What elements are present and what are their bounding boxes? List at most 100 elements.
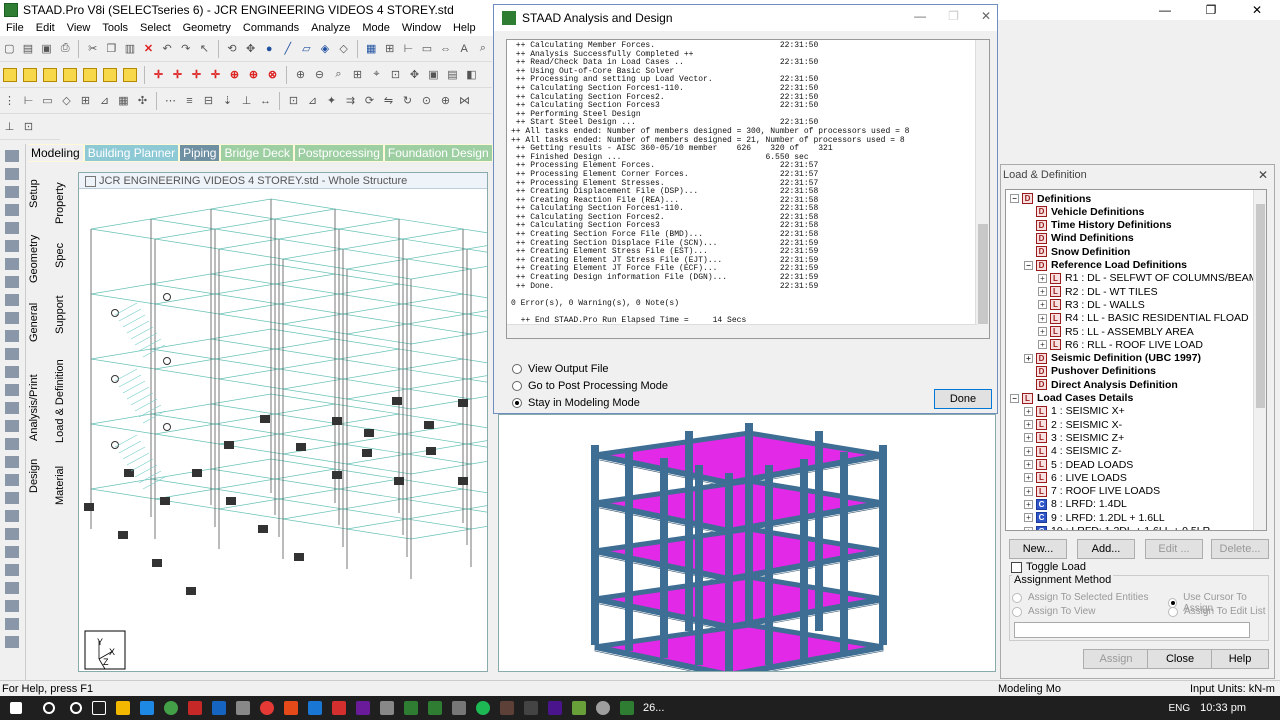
select-all-icon[interactable]: ⊞: [77, 92, 94, 109]
node-marker[interactable]: [111, 441, 119, 449]
show-dims-icon[interactable]: ↔: [257, 92, 274, 109]
staad-taskbar-icon[interactable]: [620, 701, 634, 715]
minimize-button[interactable]: —: [1142, 0, 1188, 20]
print-icon[interactable]: ⎙: [57, 40, 74, 57]
render-icon[interactable]: ◧: [463, 66, 480, 83]
edge-icon[interactable]: [140, 701, 154, 715]
redo-icon[interactable]: ↷: [177, 40, 194, 57]
pan-icon[interactable]: ✥: [242, 40, 259, 57]
menu-analyze[interactable]: Analyze: [305, 20, 356, 36]
tab-building-planner[interactable]: Building Planner: [84, 145, 179, 161]
new-file-icon[interactable]: ▢: [1, 40, 18, 57]
tree-item[interactable]: + L R1 : DL - SELFWT OF COLUMNS/BEAMS/: [1038, 272, 1266, 285]
labels-beams-icon[interactable]: ≡: [181, 92, 198, 109]
frame-member[interactable]: [410, 378, 592, 410]
structure-window[interactable]: JCR ENGINEERING VIDEOS 4 STOREY.std - Wh…: [78, 172, 592, 672]
dialog-maximize-button[interactable]: ❐: [948, 9, 959, 23]
tool-icon[interactable]: [5, 492, 19, 504]
powerpoint-icon[interactable]: [284, 701, 298, 715]
pointer-icon[interactable]: ↖: [196, 40, 213, 57]
labels-nodes-icon[interactable]: ⋯: [162, 92, 179, 109]
tree-item[interactable]: + C 8 : LRFD: 1.4DL: [1024, 498, 1127, 511]
word-icon[interactable]: [308, 701, 322, 715]
frame-member[interactable]: [210, 403, 532, 455]
tree-item[interactable]: D Wind Definitions: [1024, 232, 1134, 245]
frame-member[interactable]: [346, 238, 528, 270]
tool-icon[interactable]: [5, 438, 19, 450]
frame-member[interactable]: [210, 468, 532, 520]
support-symbol[interactable]: [426, 447, 436, 455]
support-symbol[interactable]: [186, 587, 196, 595]
info-icon[interactable]: ⊡: [20, 118, 37, 135]
tree-item[interactable]: D Vehicle Definitions: [1024, 205, 1144, 218]
rendered-3d-view[interactable]: [498, 414, 996, 672]
support-symbol[interactable]: [458, 477, 468, 485]
panel-close-icon[interactable]: ✕: [1258, 165, 1268, 185]
show-supports-icon[interactable]: ⊥: [238, 92, 255, 109]
cut-icon[interactable]: ✂: [84, 40, 101, 57]
app-icon[interactable]: [236, 701, 250, 715]
structure-diagram-icon[interactable]: ⊡: [285, 92, 302, 109]
tree-expander-icon[interactable]: +: [1024, 473, 1033, 483]
select-beams-icon[interactable]: ⊢: [20, 92, 37, 109]
tree-expander-icon[interactable]: +: [1038, 340, 1047, 350]
zoom-previous-icon[interactable]: ⌖: [368, 66, 385, 83]
copy-icon[interactable]: ❐: [103, 40, 120, 57]
pan-2-icon[interactable]: ✥: [406, 66, 423, 83]
support-symbol[interactable]: [296, 443, 306, 451]
support-symbol[interactable]: [258, 525, 268, 533]
tool-icon[interactable]: [5, 618, 19, 630]
tool-icon[interactable]: [5, 510, 19, 522]
radio-post-processing[interactable]: [512, 381, 522, 391]
select-solids-icon[interactable]: ◇: [58, 92, 75, 109]
menu-file[interactable]: File: [0, 20, 30, 36]
menu-window[interactable]: Window: [396, 20, 447, 36]
dimension-icon[interactable]: ⇔: [437, 40, 454, 57]
tree-expander-icon[interactable]: +: [1024, 526, 1033, 530]
menu-tools[interactable]: Tools: [96, 20, 134, 36]
tree-item[interactable]: + L 5 : DEAD LOADS: [1024, 458, 1133, 471]
node-marker[interactable]: [163, 293, 171, 301]
node-marker[interactable]: [163, 423, 171, 431]
tool-icon[interactable]: [5, 258, 19, 270]
frame-member[interactable]: [410, 443, 592, 475]
tool-icon[interactable]: [5, 456, 19, 468]
frame-member[interactable]: [346, 498, 528, 530]
insert-node-icon[interactable]: ⊙: [418, 92, 435, 109]
view-back-icon[interactable]: [23, 67, 37, 82]
app-icon[interactable]: [380, 701, 394, 715]
support-symbol[interactable]: [224, 441, 234, 449]
radio-view-output[interactable]: [512, 364, 522, 374]
support-symbol[interactable]: [394, 477, 404, 485]
reset-view-icon[interactable]: ⊗: [264, 66, 281, 83]
tool-icon[interactable]: [5, 384, 19, 396]
undo-icon[interactable]: ↶: [159, 40, 176, 57]
node-marker[interactable]: [111, 309, 119, 317]
log-horizontal-scrollbar[interactable]: [507, 324, 977, 338]
tool-icon[interactable]: [5, 312, 19, 324]
tool-icon[interactable]: [5, 528, 19, 540]
split-icon[interactable]: ⋈: [456, 92, 473, 109]
frame-member[interactable]: [150, 283, 472, 335]
app-icon[interactable]: [572, 701, 586, 715]
tab-foundation-design[interactable]: Foundation Design: [384, 145, 492, 161]
frame-member[interactable]: [410, 248, 592, 280]
tree-expander-icon[interactable]: −: [1024, 260, 1033, 270]
solid-cursor-icon[interactable]: ◈: [317, 40, 334, 57]
tool-icon[interactable]: [5, 186, 19, 198]
dialog-minimize-button[interactable]: —: [914, 9, 926, 23]
vtab-general[interactable]: General: [28, 298, 50, 346]
vtab-load-definition[interactable]: Load & Definition: [54, 354, 76, 448]
support-symbol[interactable]: [84, 503, 94, 511]
add-plate-icon[interactable]: ▭: [419, 40, 436, 57]
tree-item[interactable]: D Time History Definitions: [1024, 219, 1172, 232]
tree-item[interactable]: − D Reference Load Definitions: [1024, 259, 1187, 272]
tree-item[interactable]: + L R4 : LL - BASIC RESIDENTIAL FLOAD: [1038, 312, 1249, 325]
app-icon[interactable]: [524, 701, 538, 715]
new-button[interactable]: New...: [1009, 539, 1067, 559]
frame-member[interactable]: [90, 293, 412, 345]
support-symbol[interactable]: [226, 497, 236, 505]
done-button[interactable]: Done: [934, 389, 992, 409]
acrobat-icon[interactable]: [188, 701, 202, 715]
tool-icon[interactable]: [5, 294, 19, 306]
